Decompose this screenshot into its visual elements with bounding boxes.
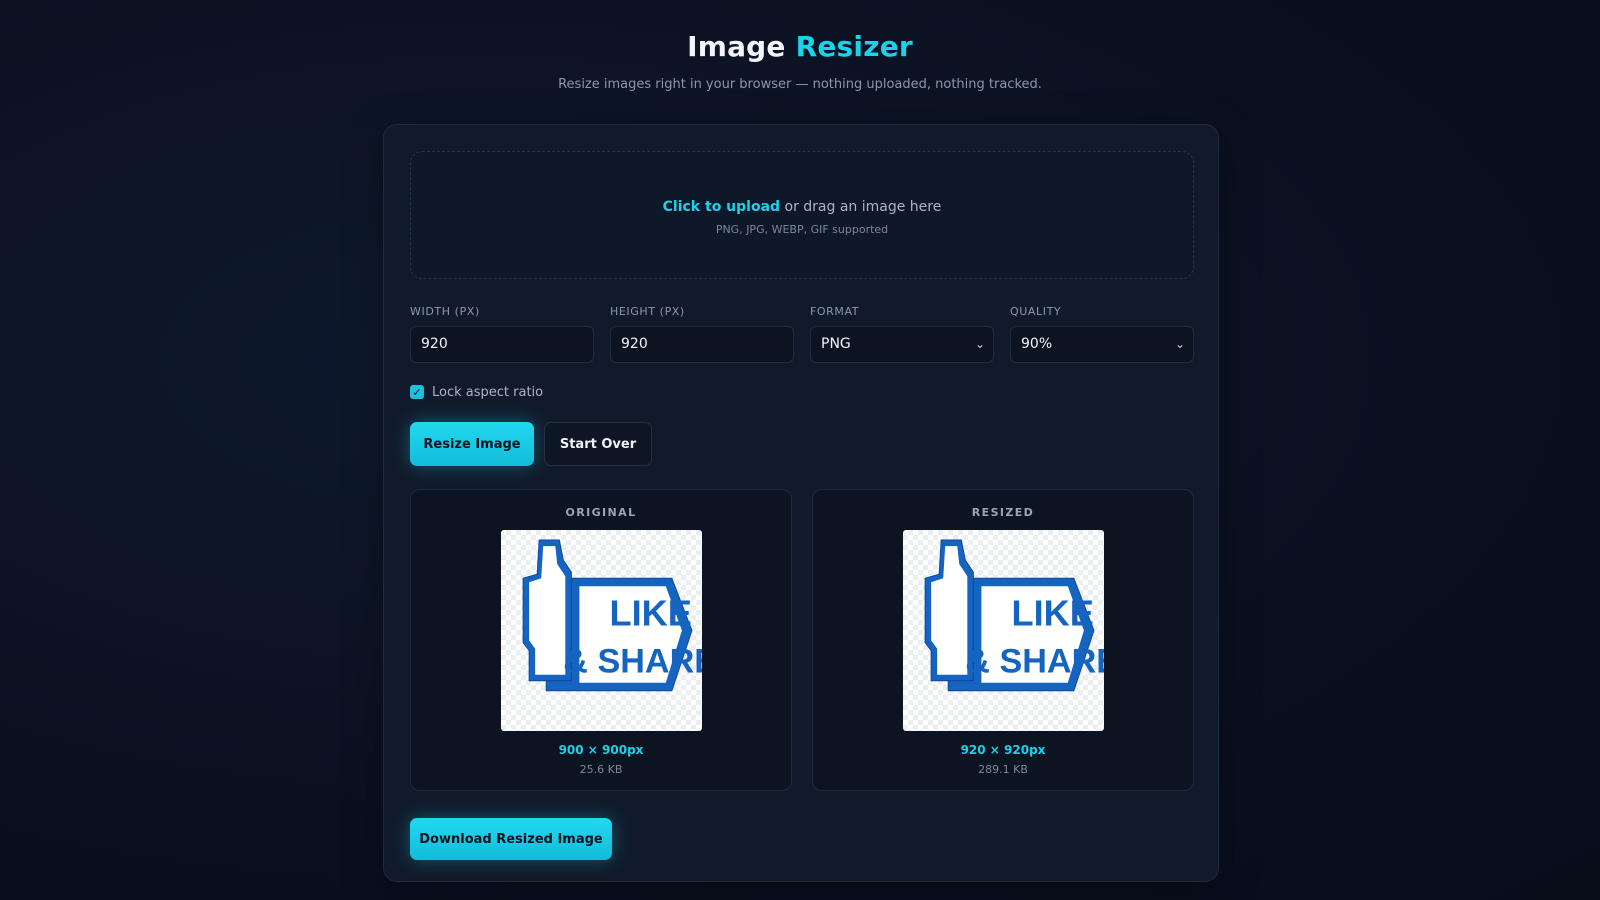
chevron-down-icon: ⌄ — [974, 337, 985, 351]
width-label: Width (px) — [410, 305, 480, 318]
resized-file-size: 289.1 KB — [978, 763, 1028, 776]
height-label: Height (px) — [610, 305, 685, 318]
upload-prompt-text: or drag an image here — [780, 199, 942, 215]
quality-field: Quality 90% ⌄ — [1010, 305, 1194, 363]
original-image: LIKE & SHARE — [501, 530, 702, 731]
page-title-accent: Resizer — [795, 30, 913, 63]
image-text-like: LIKE — [610, 592, 692, 633]
resized-preview-panel: RESIZED LIKE & SHARE 920 × 920px 289.1 K… — [812, 489, 1194, 791]
download-button[interactable]: Download Resized Image — [410, 818, 612, 860]
format-label: Format — [810, 305, 860, 318]
upload-link[interactable]: Click to upload — [663, 199, 780, 215]
format-value: PNG — [821, 336, 851, 352]
settings-fields: Width (px) 920 Height (px) 920 Format PN… — [410, 305, 1194, 365]
format-select[interactable]: PNG ⌄ — [810, 326, 994, 363]
upload-hint: PNG, JPG, WEBP, GIF supported — [715, 223, 889, 236]
height-field: Height (px) 920 — [610, 305, 794, 363]
width-field: Width (px) 920 — [410, 305, 594, 363]
start-over-button[interactable]: Start Over — [544, 422, 652, 466]
lock-aspect-checkbox[interactable]: ✓ — [410, 385, 424, 399]
quality-value: 90% — [1021, 336, 1053, 352]
resized-image: LIKE & SHARE — [903, 530, 1104, 731]
image-text-share: & SHARE — [965, 643, 1104, 681]
upload-dropzone[interactable]: Click to upload or drag an image here PN… — [410, 151, 1194, 279]
original-dimensions: 900 × 900px — [558, 743, 644, 757]
page-subtitle: Resize images right in your browser — no… — [558, 77, 1042, 92]
resize-button[interactable]: Resize Image — [410, 422, 534, 466]
original-preview-panel: ORIGINAL LIKE & SHARE 900 × 900px 25.6 K… — [410, 489, 792, 791]
thumbs-up-icon: LIKE & SHARE — [924, 539, 1104, 692]
quality-label: Quality — [1010, 305, 1062, 318]
resized-dimensions: 920 × 920px — [960, 743, 1046, 757]
height-input[interactable]: 920 — [610, 326, 794, 363]
resized-label: RESIZED — [971, 506, 1035, 519]
original-file-size: 25.6 KB — [579, 763, 623, 776]
quality-select[interactable]: 90% ⌄ — [1010, 326, 1194, 363]
chevron-down-icon: ⌄ — [1174, 337, 1185, 351]
upload-prompt: Click to upload or drag an image here — [411, 199, 1193, 215]
resizer-card: Click to upload or drag an image here PN… — [383, 124, 1219, 882]
header: Image Resizer Resize images right in you… — [0, 30, 1600, 92]
width-input[interactable]: 920 — [410, 326, 594, 363]
lock-aspect-ratio[interactable]: ✓ Lock aspect ratio — [410, 383, 543, 401]
image-text-share: & SHARE — [563, 643, 702, 681]
original-label: ORIGINAL — [565, 506, 637, 519]
page-title-main: Image — [687, 30, 786, 63]
page-title: Image Resizer — [0, 30, 1600, 63]
image-text-like: LIKE — [1012, 592, 1094, 633]
format-field: Format PNG ⌄ — [810, 305, 994, 363]
check-icon: ✓ — [412, 385, 422, 399]
thumbs-up-icon: LIKE & SHARE — [522, 539, 702, 692]
lock-aspect-label: Lock aspect ratio — [432, 384, 544, 400]
